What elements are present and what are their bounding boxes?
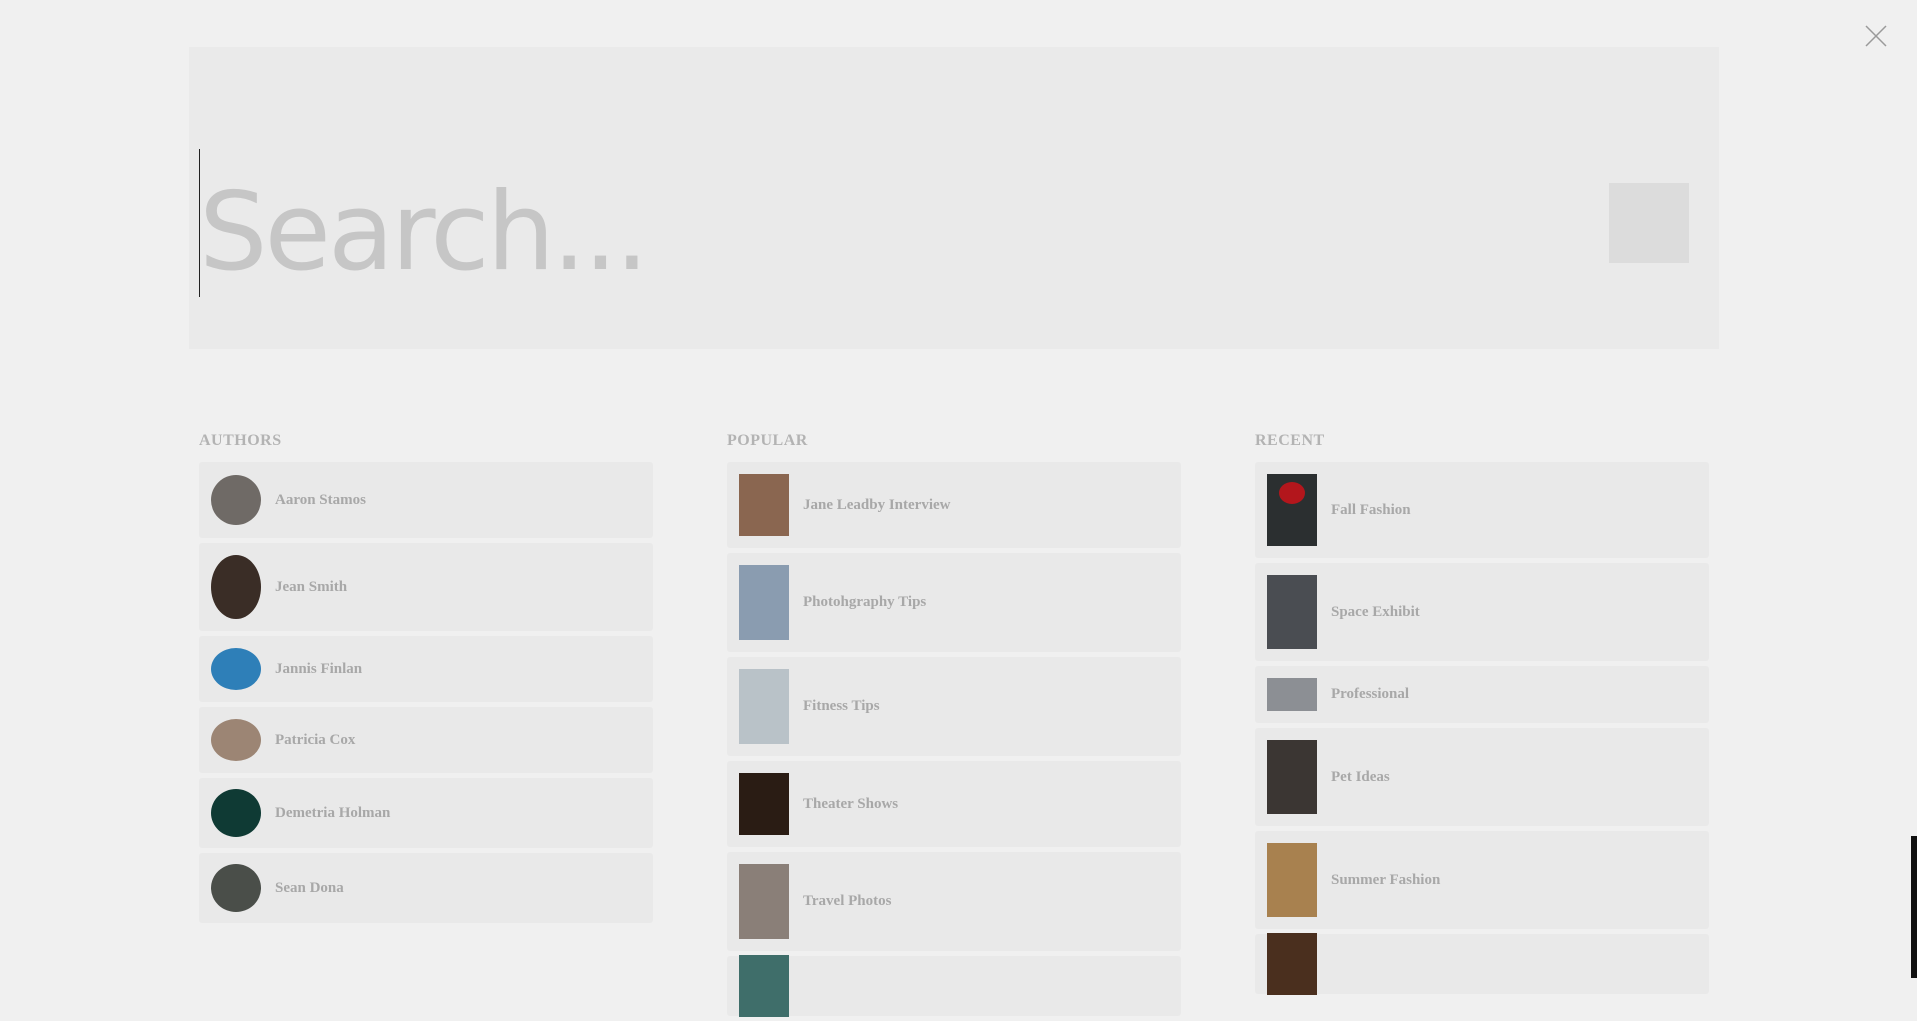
author-item[interactable]: Patricia Cox <box>199 707 653 773</box>
thumbnail <box>739 669 789 744</box>
author-name: Aaron Stamos <box>275 491 366 508</box>
search-panel <box>189 47 1719 349</box>
author-item[interactable]: Sean Dona <box>199 853 653 923</box>
recent-item[interactable] <box>1255 933 1709 995</box>
search-submit-button[interactable] <box>1609 183 1689 263</box>
recent-heading: RECENT <box>1255 432 1325 449</box>
popular-label: Theater Shows <box>803 795 899 812</box>
popular-label: Fitness Tips <box>803 698 880 714</box>
popular-item[interactable]: Theater Shows <box>727 761 1181 847</box>
popular-label: Photohgraphy Tips <box>803 594 927 610</box>
authors-column: AUTHORS Aaron Stamos Jean Smith Jannis F… <box>199 430 653 928</box>
recent-item[interactable]: Summer Fashion <box>1255 831 1709 929</box>
thumbnail <box>1267 575 1317 649</box>
avatar <box>211 475 261 525</box>
thumbnail <box>1267 740 1317 814</box>
popular-item[interactable]: Jane Leadby Interview <box>727 462 1181 548</box>
popular-item[interactable] <box>727 955 1181 1017</box>
author-name: Patricia Cox <box>275 731 356 748</box>
avatar <box>211 555 261 619</box>
author-name: Jean Smith <box>275 578 348 595</box>
author-item[interactable]: Jannis Finlan <box>199 636 653 702</box>
thumbnail <box>1267 843 1317 917</box>
thumbnail <box>739 474 789 536</box>
popular-item[interactable]: Photohgraphy Tips <box>727 553 1181 652</box>
avatar <box>211 719 261 761</box>
popular-heading: POPULAR <box>727 432 808 449</box>
close-icon[interactable] <box>1858 18 1894 54</box>
recent-item[interactable]: Professional <box>1255 666 1709 723</box>
recent-label: Professional <box>1331 686 1410 702</box>
popular-label: Travel Photos <box>803 893 892 909</box>
author-name: Jannis Finlan <box>275 660 363 677</box>
avatar <box>211 789 261 837</box>
authors-heading: AUTHORS <box>199 432 282 449</box>
author-name: Sean Dona <box>275 879 344 896</box>
recent-item[interactable]: Fall Fashion <box>1255 462 1709 558</box>
avatar <box>211 864 261 912</box>
popular-item[interactable]: Travel Photos <box>727 852 1181 951</box>
recent-item[interactable]: Space Exhibit <box>1255 563 1709 661</box>
thumbnail <box>1267 474 1317 546</box>
recent-item[interactable]: Pet Ideas <box>1255 728 1709 826</box>
umbrella-accent <box>1279 482 1305 504</box>
recent-label: Summer Fashion <box>1331 871 1441 888</box>
recent-label: Fall Fashion <box>1331 501 1411 518</box>
avatar <box>211 648 261 690</box>
author-item[interactable]: Jean Smith <box>199 543 653 631</box>
thumbnail <box>739 864 789 939</box>
recent-column: RECENT Fall Fashion Space Exhibit Profes… <box>1255 430 1709 999</box>
thumbnail <box>1267 933 1317 995</box>
recent-label: Pet Ideas <box>1331 768 1390 785</box>
author-name: Demetria Holman <box>275 804 391 821</box>
popular-item[interactable]: Fitness Tips <box>727 657 1181 756</box>
author-item[interactable]: Aaron Stamos <box>199 462 653 538</box>
popular-column: POPULAR Jane Leadby Interview Photohgrap… <box>727 430 1181 1021</box>
thumbnail <box>739 565 789 640</box>
thumbnail <box>739 955 789 1017</box>
thumbnail <box>739 773 789 835</box>
thumbnail <box>1267 678 1317 711</box>
recent-label: Space Exhibit <box>1331 603 1420 620</box>
popular-label: Jane Leadby Interview <box>803 496 951 513</box>
author-item[interactable]: Demetria Holman <box>199 778 653 848</box>
search-input[interactable] <box>199 167 1299 297</box>
scrollbar-thumb[interactable] <box>1911 836 1917 978</box>
